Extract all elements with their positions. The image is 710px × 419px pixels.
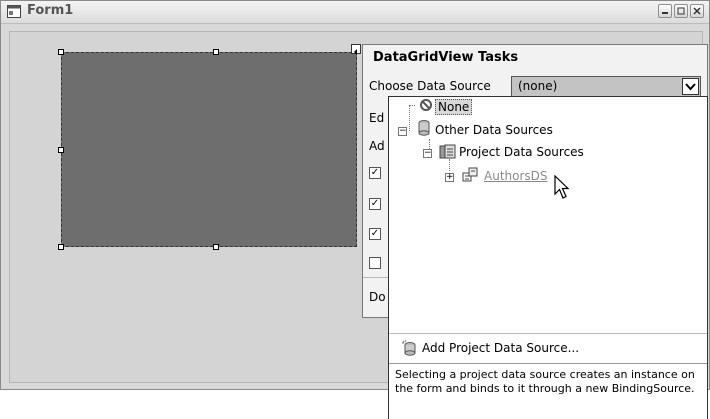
minimize-icon bbox=[662, 12, 668, 14]
tree-line bbox=[409, 105, 410, 131]
dock-link[interactable]: Do bbox=[369, 290, 386, 304]
tree-line bbox=[409, 105, 415, 106]
add-project-data-source-label: Add Project Data Source... bbox=[422, 341, 580, 355]
tree-item-project-data-sources[interactable]: Project Data Sources bbox=[459, 145, 584, 159]
chevron-down-icon bbox=[685, 83, 696, 91]
combobox-value: (none) bbox=[518, 79, 558, 93]
maximize-icon bbox=[677, 7, 685, 15]
enable-deleting-checkbox[interactable]: ✓ bbox=[369, 228, 381, 240]
help-panel: Selecting a project data source creates … bbox=[389, 363, 707, 419]
close-icon bbox=[693, 7, 701, 15]
enable-reordering-checkbox[interactable] bbox=[369, 257, 381, 269]
data-source-dropdown: None − Other Data Sources − Project Data… bbox=[388, 96, 708, 419]
minimize-button[interactable] bbox=[658, 4, 672, 18]
tree-item-other-data-sources[interactable]: Other Data Sources bbox=[435, 123, 553, 137]
window-title: Form1 bbox=[27, 3, 74, 18]
datagridview-control[interactable] bbox=[61, 52, 357, 247]
enable-adding-checkbox[interactable]: ✓ bbox=[369, 167, 381, 179]
tree-item-authorsds[interactable]: AuthorsDS bbox=[484, 169, 548, 183]
add-project-data-source-link[interactable]: Add Project Data Source... bbox=[389, 333, 707, 363]
form-icon bbox=[7, 5, 21, 18]
none-icon bbox=[420, 99, 432, 111]
edit-columns-link[interactable]: Ed bbox=[369, 111, 384, 125]
resize-handle-bottom-left[interactable] bbox=[58, 244, 64, 250]
tree-line bbox=[449, 159, 450, 171]
resize-handle-top[interactable] bbox=[213, 49, 219, 55]
tasks-panel-title: DataGridView Tasks bbox=[373, 50, 519, 65]
enable-editing-checkbox[interactable]: ✓ bbox=[369, 198, 381, 210]
smart-tag-arrow-icon bbox=[354, 49, 357, 55]
data-source-combobox[interactable]: (none) bbox=[511, 76, 701, 97]
choose-data-source-label: Choose Data Source bbox=[369, 79, 491, 93]
tree-item-none[interactable]: None bbox=[435, 99, 473, 115]
smart-tag-button[interactable] bbox=[351, 44, 361, 55]
close-button[interactable] bbox=[690, 4, 704, 18]
help-text: Selecting a project data source creates … bbox=[395, 368, 695, 395]
project-icon bbox=[439, 144, 456, 159]
combobox-dropdown-button[interactable] bbox=[682, 78, 699, 95]
add-column-link[interactable]: Ad bbox=[369, 139, 385, 153]
dataset-icon bbox=[462, 167, 478, 182]
database-icon bbox=[418, 120, 430, 136]
maximize-button[interactable] bbox=[674, 4, 688, 18]
expand-authorsds[interactable]: + bbox=[445, 173, 454, 182]
resize-handle-bottom[interactable] bbox=[213, 244, 219, 250]
collapse-project-data-sources[interactable]: − bbox=[423, 149, 432, 158]
title-bar[interactable]: Form1 bbox=[1, 1, 709, 24]
resize-handle-left[interactable] bbox=[58, 147, 64, 153]
data-source-tree: None − Other Data Sources − Project Data… bbox=[389, 97, 707, 332]
resize-handle-top-left[interactable] bbox=[58, 49, 64, 55]
add-database-icon bbox=[402, 340, 416, 356]
cursor-icon bbox=[554, 175, 570, 199]
collapse-other-data-sources[interactable]: − bbox=[398, 127, 407, 136]
